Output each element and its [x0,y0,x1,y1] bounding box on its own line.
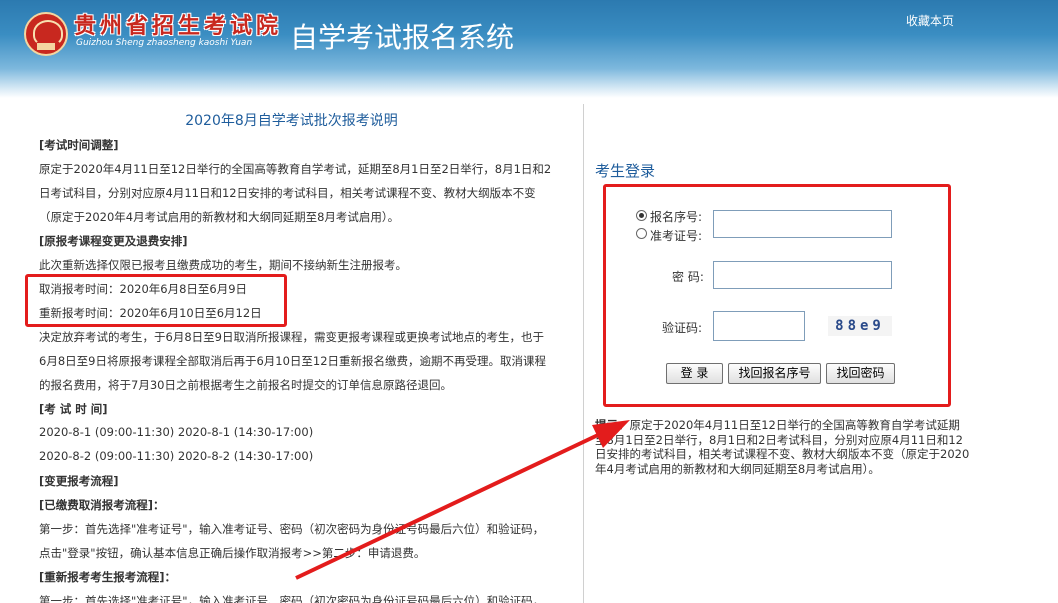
notice-line: 原定于2020年4月11日至12日举行的全国高等教育自学考试，延期至8月1日至2… [39,162,552,176]
notice-title: 2020年8月自学考试批次报考说明 [185,113,398,129]
notice-line: [考 试 时 间] [39,402,108,416]
notice-line: 日考试科目，分别对应原4月11日和12日安排的考试科目，相关考试课程不变、教材大… [39,186,536,200]
notice-line: 2020-8-1 (09:00-11:30) 2020-8-1 (14:30-1… [39,425,314,439]
notice-line: [已缴费取消报考流程]： [39,498,165,512]
notice-line: 第一步：首先选择"准考证号"，输入准考证号、密码（初次密码为身份证号码最后六位）… [39,594,545,603]
notice-line: （原定于2020年4月考试启用的新教材和大纲同延期至8月考试启用）。 [39,210,400,224]
registration-number-label: 报名序号: [650,210,703,224]
captcha-label: 验证码: [662,321,703,335]
system-title: 自学考试报名系统 [290,21,515,54]
column-divider [583,104,584,603]
notice-line: 2020-8-2 (09:00-11:30) 2020-8-2 (14:30-1… [39,449,314,463]
logo-name: 贵州省招生考试院 [74,13,283,39]
notice-line: 此次重新选择仅限已报考且缴费成功的考生，期间不接纳新生注册报考。 [39,258,407,272]
logo-pinyin: Guizhou Sheng zhaosheng kaoshi Yuan [76,38,253,48]
notice-line: 6月8日至9日将原报考课程全部取消后再于6月10日至12日重新报名缴费，逾期不再… [39,354,547,368]
notice-line: 第一步：首先选择"准考证号"，输入准考证号、密码（初次密码为身份证号码最后六位）… [39,522,545,536]
tip-body: 原定于2020年4月11日至12日举行的全国高等教育自学考试延期至8月1日至2日… [595,418,970,476]
admission-number-radio[interactable] [636,228,647,239]
password-input[interactable] [713,261,892,289]
login-button[interactable]: 登 录 [666,363,723,384]
page-header: 贵州省招生考试院 Guizhou Sheng zhaosheng kaoshi … [0,0,1058,98]
login-title: 考生登录 [595,162,656,180]
password-label: 密 码: [672,270,704,284]
captcha-image[interactable]: 88e9 [828,316,892,336]
notice-line: 点击"登录"按钮，确认基本信息正确后操作取消报考>>第二步：申请退费。 [39,546,426,560]
tip-text: 提示：原定于2020年4月11日至12日举行的全国高等教育自学考试延期至8月1日… [595,418,970,476]
account-input[interactable] [713,210,892,238]
notice-line: 的报名费用，将于7月30日之前根据考生之前报名时提交的订单信息原路径退回。 [39,378,452,392]
logo-icon [24,12,68,56]
notice-line: [重新报考考生报考流程]： [39,570,177,584]
notice-line: [变更报考流程] [39,474,119,488]
notice-line: 决定放弃考试的考生，于6月8日至9日取消所报课程，需变更报考课程或更换考试地点的… [39,330,544,344]
admission-number-label: 准考证号: [650,229,703,243]
bookmark-link[interactable]: 收藏本页 [906,12,954,29]
registration-number-radio[interactable] [636,210,647,221]
highlight-box-dates [25,274,287,327]
tip-label: 提示： [595,418,630,432]
captcha-input[interactable] [713,311,805,341]
find-registration-number-button[interactable]: 找回报名序号 [728,363,821,384]
find-password-button[interactable]: 找回密码 [826,363,895,384]
notice-line: [原报考课程变更及退费安排] [39,234,188,248]
notice-line: [考试时间调整] [39,138,119,152]
notice-panel: 2020年8月自学考试批次报考说明 [考试时间调整] 原定于2020年4月11日… [0,104,583,603]
